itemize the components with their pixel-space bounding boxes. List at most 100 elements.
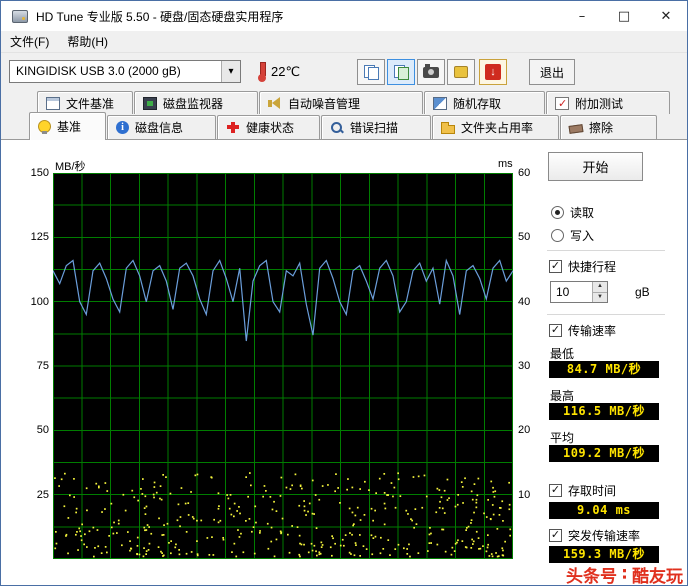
- tab-label: 健康状态: [246, 121, 295, 135]
- gb-label: gB: [635, 285, 650, 299]
- spin-down-icon[interactable]: ▼: [592, 291, 607, 302]
- tab-benchmark[interactable]: 基准: [29, 112, 106, 140]
- y-axis-tick-right: 20: [518, 424, 531, 436]
- tab-disk-monitor[interactable]: 磁盘监视器: [134, 91, 258, 114]
- tab-random-access[interactable]: 随机存取: [424, 91, 545, 114]
- copy-results-button[interactable]: [357, 59, 385, 85]
- checkbox-icon[interactable]: ✓: [549, 484, 562, 497]
- write-radio[interactable]: 写入: [551, 227, 594, 244]
- tab-label: 随机存取: [453, 96, 502, 111]
- benchmark-chart: [53, 173, 513, 559]
- temperature-value: 22℃: [271, 64, 301, 79]
- save-screenshot-button[interactable]: [417, 59, 445, 85]
- tab-label: 错误扫描: [350, 121, 399, 135]
- y-axis-tick: 25: [36, 489, 49, 501]
- watermark-name: 酷友玩: [632, 567, 683, 586]
- tab-label: 基准: [57, 120, 82, 134]
- download-icon: ↓: [485, 64, 501, 80]
- max-label: 最高: [550, 389, 575, 403]
- tab-label: 磁盘监视器: [163, 96, 224, 111]
- tab-label: 自动噪音管理: [288, 96, 361, 111]
- export-button[interactable]: [447, 59, 475, 85]
- erase-icon: [568, 124, 584, 134]
- spin-up-icon[interactable]: ▲: [592, 282, 607, 292]
- y-axis-tick-right: 10: [518, 489, 531, 501]
- tab-folder-usage[interactable]: 文件夹占用率: [432, 115, 559, 139]
- avg-label: 平均: [550, 431, 575, 445]
- tab-health[interactable]: 健康状态: [217, 115, 320, 139]
- shortstroke-size-input[interactable]: 10 ▲ ▼: [550, 281, 608, 303]
- burst-rate-value: 159.3 MB/秒: [549, 546, 659, 563]
- radio-icon[interactable]: [551, 229, 564, 242]
- tab-label: 附加测试: [575, 96, 624, 111]
- burst-rate-label: 突发传输速率: [568, 529, 641, 543]
- tab-disk-info[interactable]: 磁盘信息: [107, 115, 216, 139]
- disk-info-icon: [116, 121, 129, 134]
- watermark: 头条号 ∶ 酷友玩: [566, 562, 683, 586]
- read-radio[interactable]: 读取: [551, 204, 594, 221]
- tab-label: 擦除: [589, 121, 614, 135]
- menu-help[interactable]: 帮助(H): [58, 30, 117, 53]
- chart-canvas: [53, 173, 513, 559]
- shortstroke-checkbox[interactable]: ✓ 快捷行程: [549, 258, 616, 275]
- y-axis-tick: 100: [30, 296, 49, 308]
- radio-icon[interactable]: [551, 206, 564, 219]
- read-label: 读取: [570, 206, 595, 220]
- tab-label: 磁盘信息: [135, 121, 184, 135]
- checkbox-icon[interactable]: ✓: [549, 324, 562, 337]
- menu-bar: 文件(F) 帮助(H): [1, 31, 687, 53]
- tab-error-scan[interactable]: 错误扫描: [321, 115, 431, 139]
- disk-monitor-icon: [143, 96, 157, 110]
- right-axis-unit: ms: [498, 158, 513, 170]
- window-controls: – □ ✕: [561, 1, 687, 31]
- benchmark-lamp-icon: [38, 120, 51, 134]
- transfer-rate-label: 传输速率: [568, 324, 617, 338]
- copy-screenshot-button[interactable]: [387, 59, 415, 85]
- tab-noise-management[interactable]: 自动噪音管理: [259, 91, 423, 114]
- access-time-checkbox[interactable]: ✓ 存取时间: [549, 482, 616, 499]
- tab-extra-tests[interactable]: 附加测试: [546, 91, 670, 114]
- watermark-divider: ∶: [622, 564, 627, 584]
- shortstroke-size-value: 10: [556, 285, 570, 299]
- checkbox-icon[interactable]: ✓: [549, 260, 562, 273]
- y-axis-tick: 150: [30, 167, 49, 179]
- left-axis-unit: MB/秒: [55, 161, 86, 173]
- copy-image-icon: [393, 65, 409, 80]
- menu-file[interactable]: 文件(F): [1, 30, 58, 53]
- tab-erase[interactable]: 擦除: [560, 115, 657, 139]
- y-axis-tick-right: 60: [518, 167, 531, 179]
- maximize-button[interactable]: □: [603, 1, 645, 31]
- watermark-prefix: 头条号: [566, 567, 617, 586]
- close-button[interactable]: ✕: [645, 1, 687, 31]
- exit-button[interactable]: 退出: [529, 59, 575, 85]
- temperature-display: 22℃: [257, 60, 300, 84]
- access-time-value: 9.04 ms: [549, 502, 659, 519]
- folder-usage-icon: [441, 121, 455, 134]
- start-button[interactable]: 开始: [548, 152, 643, 181]
- y-axis-tick-right: 30: [518, 360, 531, 372]
- burst-rate-checkbox[interactable]: ✓ 突发传输速率: [549, 527, 640, 544]
- tab-file-benchmark[interactable]: 文件基准: [37, 91, 133, 114]
- y-axis-tick-right: 50: [518, 231, 531, 243]
- download-button[interactable]: ↓: [479, 59, 507, 85]
- min-value: 84.7 MB/秒: [549, 361, 659, 378]
- checkbox-icon[interactable]: ✓: [549, 529, 562, 542]
- title-bar: HD Tune 专业版 5.50 - 硬盘/固态硬盘实用程序 – □ ✕: [1, 1, 687, 31]
- drive-select[interactable]: KINGIDISK USB 3.0 (2000 gB) ▾: [9, 60, 241, 83]
- y-axis-tick: 50: [36, 424, 49, 436]
- window-title: HD Tune 专业版 5.50 - 硬盘/固态硬盘实用程序: [36, 9, 284, 24]
- access-time-label: 存取时间: [568, 484, 617, 498]
- tab-label: 文件基准: [66, 96, 115, 111]
- spinner: ▲ ▼: [592, 282, 607, 302]
- chevron-down-icon[interactable]: ▾: [221, 61, 240, 82]
- shortstroke-unit: gB: [635, 285, 650, 299]
- extra-tests-icon: [555, 96, 569, 110]
- minimize-button[interactable]: –: [561, 1, 603, 31]
- transfer-rate-checkbox[interactable]: ✓ 传输速率: [549, 322, 616, 339]
- y-axis-tick-right: 40: [518, 296, 531, 308]
- max-value: 116.5 MB/秒: [549, 403, 659, 420]
- export-icon: [454, 66, 468, 78]
- avg-value: 109.2 MB/秒: [549, 445, 659, 462]
- y-axis-tick: 125: [30, 231, 49, 243]
- separator: [547, 250, 665, 251]
